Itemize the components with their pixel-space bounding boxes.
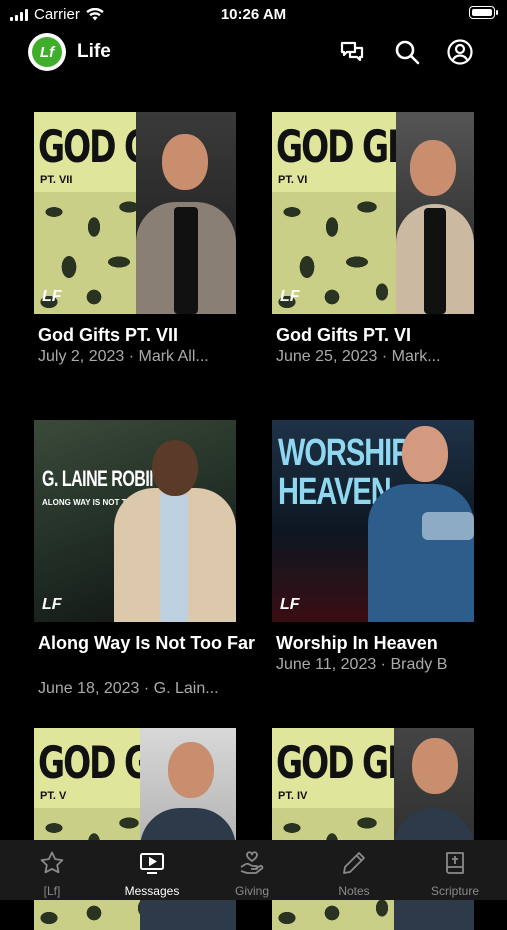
lf-logo-icon: LF xyxy=(280,596,300,613)
app-title: Life xyxy=(77,41,111,62)
logo-text: Lf xyxy=(32,37,62,67)
message-title: God Gifts PT. VI xyxy=(276,325,412,345)
message-meta: June 25, 2023 · Mark... xyxy=(276,348,441,365)
app-header: Lf Life xyxy=(0,28,507,78)
message-meta: June 18, 2023 · G. Lain... xyxy=(38,680,219,697)
tab-label: Messages xyxy=(124,884,180,898)
message-card[interactable]: WORSHIP IN HEAVEN LF Worship In Heaven J… xyxy=(272,420,474,673)
battery-icon xyxy=(469,6,498,19)
tv-icon xyxy=(140,853,164,874)
message-title: God Gifts PT. VII xyxy=(38,325,179,345)
lf-logo-icon: LF xyxy=(280,288,300,305)
message-thumbnail[interactable]: GOD GIFTS PT. VII LF xyxy=(34,112,236,314)
tab-label: Notes xyxy=(338,884,370,898)
message-thumbnail[interactable]: G. LAINE ROBINSON ALONG WAY IS NOT TOO F… xyxy=(34,420,236,622)
bible-icon xyxy=(446,852,464,874)
tab-bar: [Lf] Messages Giving Notes Scripture xyxy=(0,840,507,900)
tab-label: Scripture xyxy=(430,884,480,898)
message-title: Worship In Heaven xyxy=(276,633,438,653)
message-card[interactable]: G. LAINE ROBINSON ALONG WAY IS NOT TOO F… xyxy=(34,420,255,697)
tab-giving[interactable]: Giving xyxy=(202,840,302,900)
message-thumbnail[interactable]: WORSHIP IN HEAVEN LF xyxy=(272,420,474,622)
lf-logo-icon: LF xyxy=(42,288,62,305)
tab-label: Giving xyxy=(234,884,269,898)
tab-scripture[interactable]: Scripture xyxy=(405,840,505,900)
thumbnail-subtitle: PT. VII xyxy=(40,174,73,186)
thumbnail-subtitle: PT. V xyxy=(40,790,67,802)
account-icon[interactable] xyxy=(446,38,474,66)
status-bar: Carrier 10:26 AM xyxy=(0,0,507,28)
star-icon xyxy=(40,851,64,874)
pencil-icon xyxy=(343,852,365,874)
tab-label: [Lf] xyxy=(43,884,61,898)
message-card[interactable]: GOD GIFTS PT. VII LF God Gifts PT. VII J… xyxy=(34,112,236,365)
message-card[interactable]: GOD GIFTS PT. VI LF God Gifts PT. VI Jun… xyxy=(272,112,474,365)
status-time: 10:26 AM xyxy=(220,6,287,23)
message-thumbnail[interactable]: GOD GIFTS PT. VI LF xyxy=(272,112,474,314)
lf-logo-icon: LF xyxy=(42,596,62,613)
thumbnail-subtitle: PT. VI xyxy=(278,174,308,186)
thumbnail-subtitle: PT. IV xyxy=(278,790,308,802)
message-title: Along Way Is Not Too Far xyxy=(38,633,255,653)
tab-lf[interactable]: [Lf] xyxy=(2,840,102,900)
search-icon[interactable] xyxy=(393,38,421,66)
app-logo[interactable]: Lf xyxy=(28,33,66,71)
giving-hand-icon xyxy=(240,851,264,874)
tab-messages[interactable]: Messages xyxy=(102,840,202,900)
chat-icon[interactable] xyxy=(338,38,366,66)
tab-notes[interactable]: Notes xyxy=(304,840,404,900)
message-meta: June 11, 2023 · Brady B xyxy=(276,656,448,673)
message-meta: July 2, 2023 · Mark All... xyxy=(38,348,209,365)
